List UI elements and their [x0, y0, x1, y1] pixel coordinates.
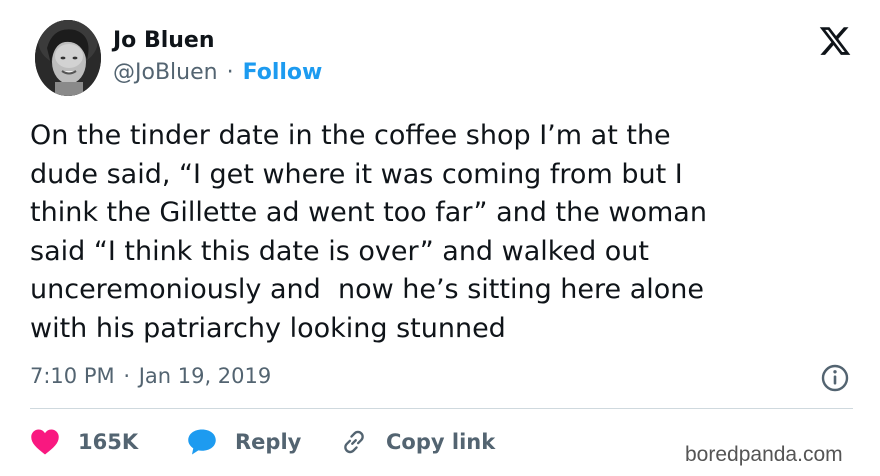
- tweet-text-line: unceremoniously and now he’s sitting her…: [30, 274, 704, 305]
- like-button[interactable]: 165K: [30, 425, 138, 459]
- tweet-time: 7:10 PM: [30, 364, 115, 388]
- heart-icon: [31, 429, 59, 455]
- speech-bubble-icon: [188, 429, 216, 455]
- link-icon: [344, 430, 364, 454]
- tweet-timestamp[interactable]: 7:10 PM · Jan 19, 2019: [30, 364, 271, 388]
- follow-button[interactable]: Follow: [243, 60, 323, 85]
- copy-link-button[interactable]: Copy link: [340, 425, 495, 459]
- avatar-photo: [35, 20, 101, 96]
- avatar[interactable]: [35, 20, 101, 96]
- tweet-text-line: said “I think this date is over” and wal…: [30, 235, 650, 267]
- like-count: 165K: [78, 430, 139, 454]
- author-handle[interactable]: @JoBluen: [113, 60, 218, 85]
- x-logo-icon[interactable]: [818, 24, 852, 58]
- tweet-text-line: think the Gillette ad went too far” and …: [30, 197, 707, 228]
- tweet-text: On the tinder date in the coffee shop I’…: [30, 117, 850, 348]
- author-name[interactable]: Jo Bluen: [113, 28, 215, 53]
- tweet-text-line: On the tinder date in the coffee shop I’…: [30, 120, 671, 151]
- tweet-text-line: dude said, “I get where it was coming fr…: [30, 158, 683, 190]
- timestamp-separator: ·: [123, 364, 130, 388]
- tweet-text-line: with his patriarchy looking stunned: [30, 312, 506, 344]
- copy-link-label: Copy link: [386, 430, 496, 454]
- info-icon[interactable]: [820, 363, 850, 393]
- watermark: boredpanda.com: [685, 443, 843, 466]
- reply-label: Reply: [235, 430, 302, 454]
- handle-separator: ·: [226, 60, 234, 85]
- divider: [30, 408, 853, 409]
- reply-button[interactable]: Reply: [187, 425, 301, 459]
- author-handle-row: @JoBluen · Follow: [113, 60, 322, 85]
- tweet-date: Jan 19, 2019: [138, 364, 272, 388]
- tweet-card: Jo Bluen @JoBluen · Follow On the tinder…: [0, 0, 880, 476]
